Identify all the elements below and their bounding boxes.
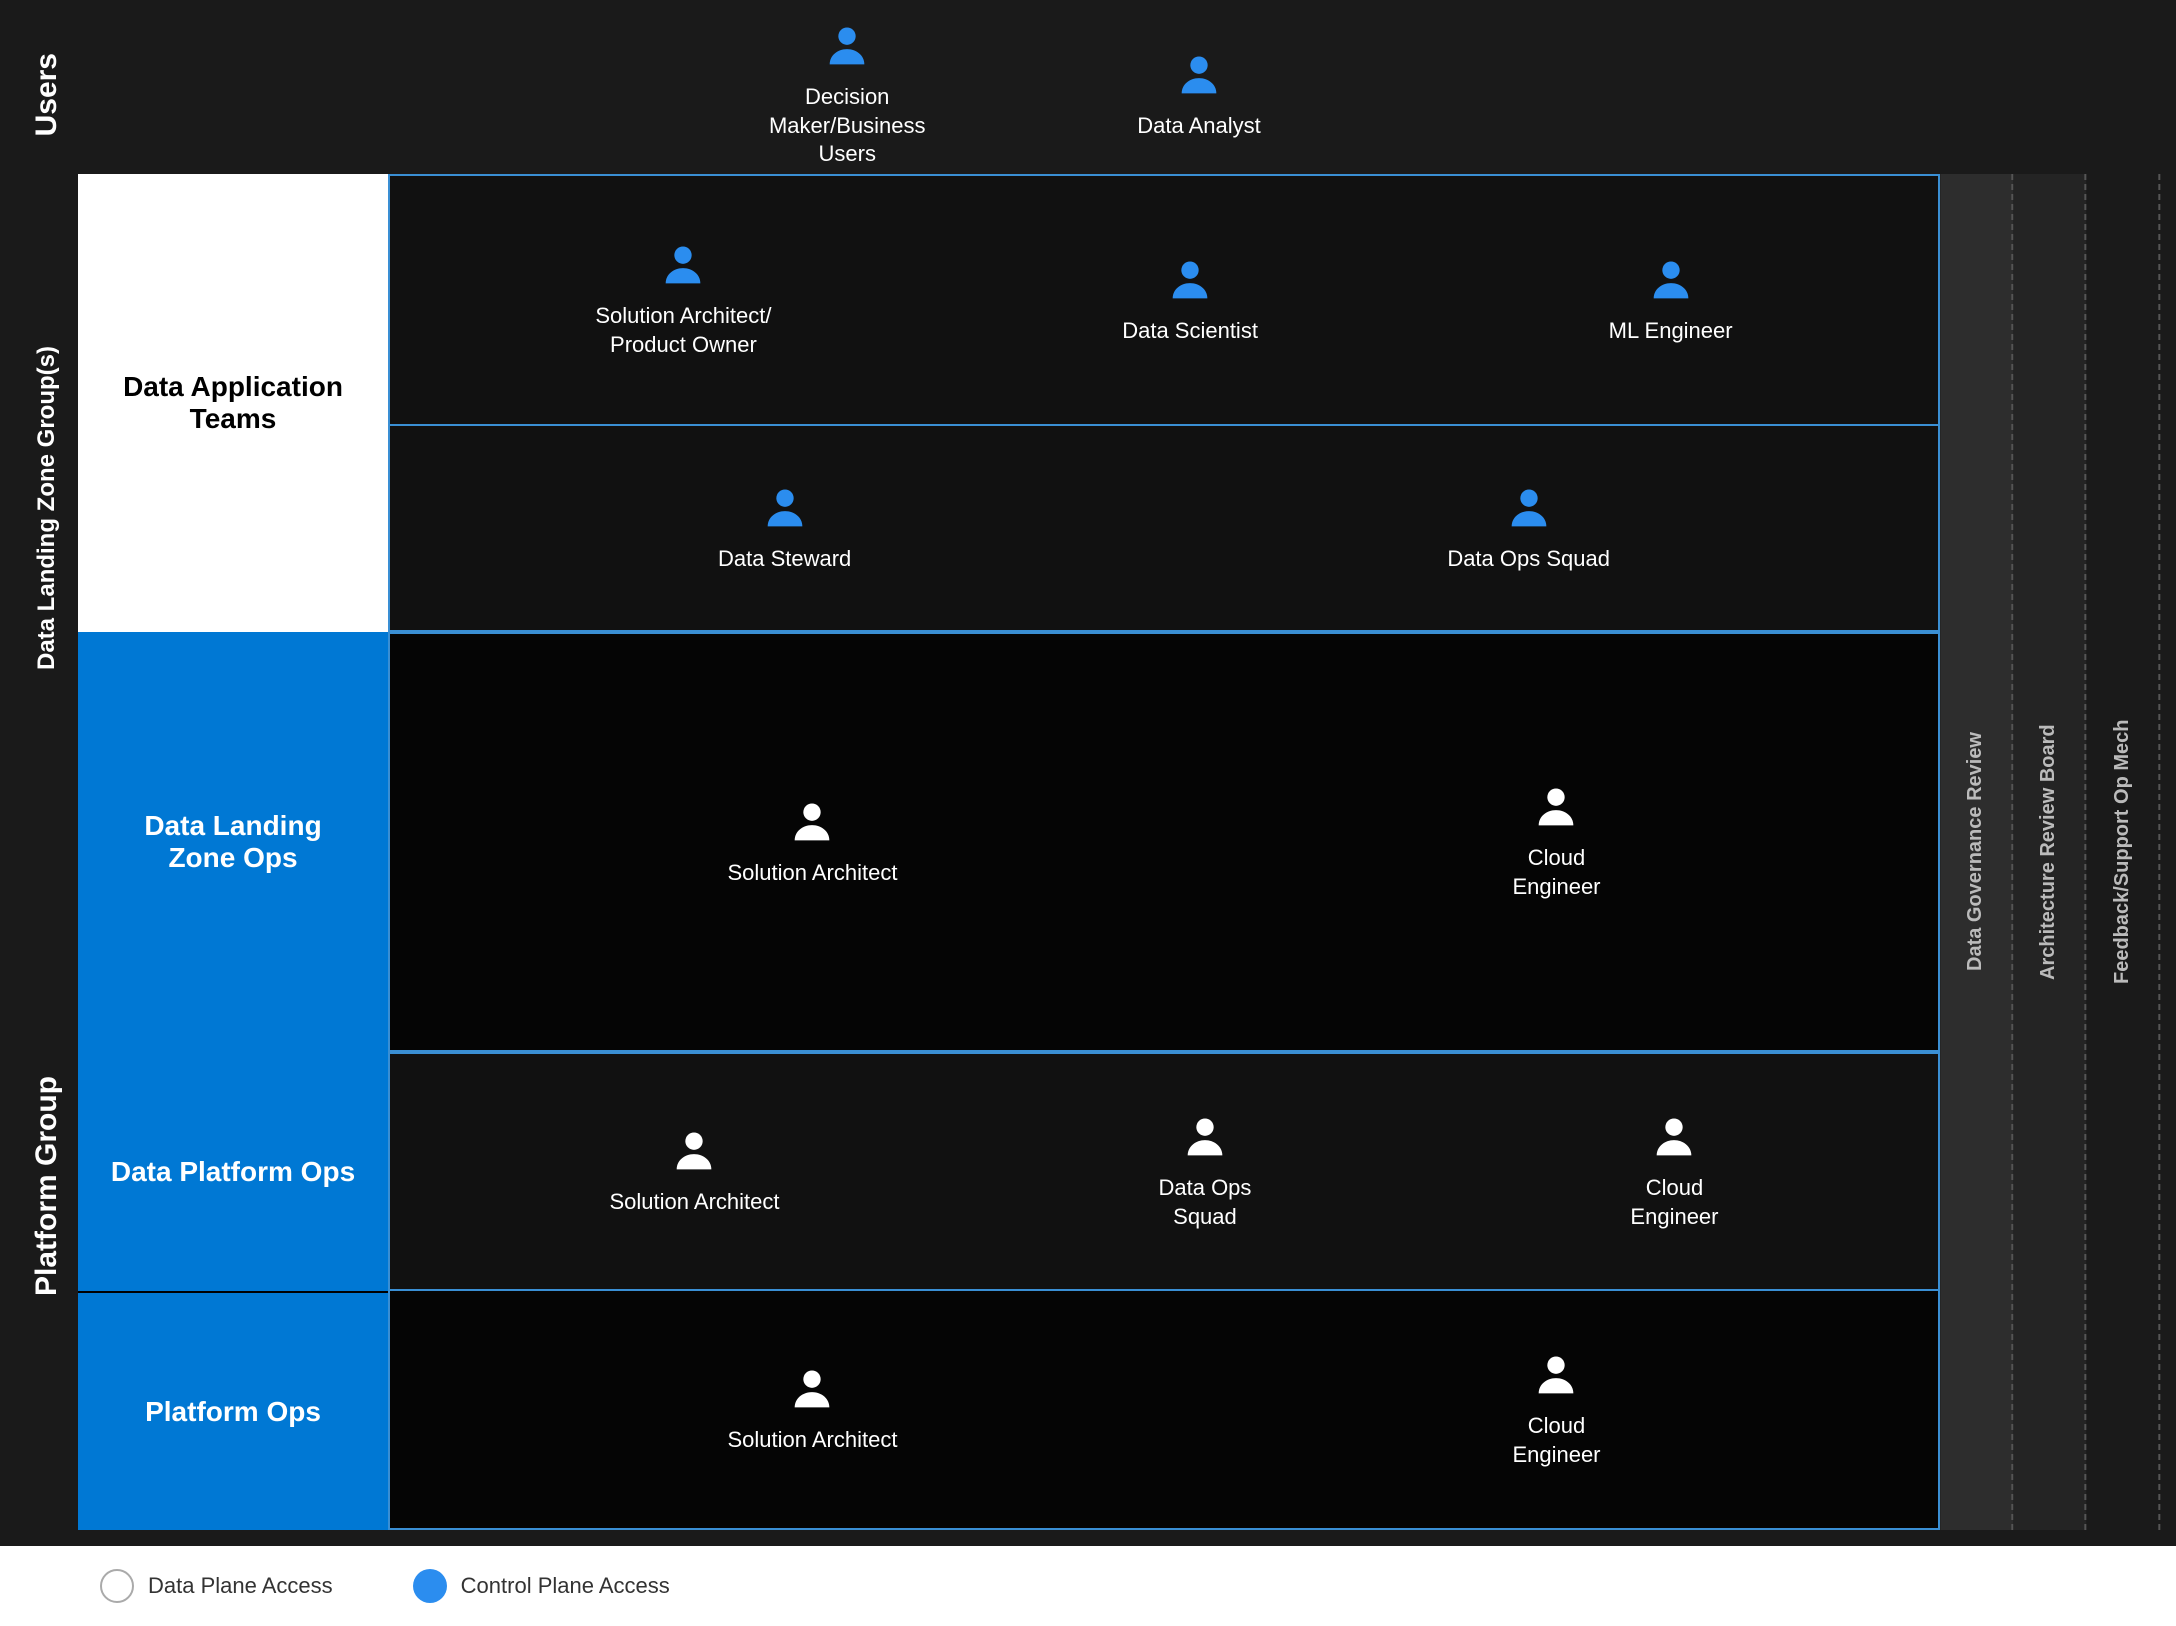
data-plane-access-legend: Data Plane Access (100, 1569, 333, 1603)
data-plane-label: Data Plane Access (148, 1573, 333, 1599)
data-platform-ops-row: Data Platform Ops Solution Architect (78, 1052, 1940, 1291)
users-row: Decision Maker/Business Users Data Analy… (78, 16, 1940, 174)
feedback-support-panel: Feedback/Support Op Mech (2087, 174, 2160, 1530)
platform-group-section: Data Platform Ops Solution Architect (78, 1052, 1940, 1530)
roles-row-top: Solution Architect/Product Owner Data Sc… (390, 176, 1938, 426)
data-scientist-label: Data Scientist (1122, 317, 1258, 346)
dlzg-ops-label-cell: Data LandingZone Ops (78, 632, 388, 1052)
platform-ops-label: Platform Ops (145, 1396, 321, 1428)
dp-solution-architect-item: Solution Architect (610, 1126, 780, 1217)
po-cloud-engineer-item: CloudEngineer (1512, 1350, 1600, 1469)
solution-architect-po-item: Solution Architect/Product Owner (595, 240, 771, 359)
decision-maker-item: Decision Maker/Business Users (757, 21, 937, 169)
po-cloud-engineer-icon (1530, 1350, 1582, 1402)
dp-data-ops-squad-label: Data OpsSquad (1158, 1174, 1251, 1231)
dlzg-solution-architect-icon (786, 797, 838, 849)
legend-row: Data Plane Access Control Plane Access (0, 1546, 2176, 1626)
center-column: Decision Maker/Business Users Data Analy… (78, 16, 1940, 1530)
dp-data-ops-squad-icon (1179, 1112, 1231, 1164)
dlzg-ops-row: Data LandingZone Ops Solution Architect (78, 632, 1940, 1052)
data-plane-icon (100, 1569, 134, 1603)
data-analyst-item: Data Analyst (1137, 50, 1261, 141)
solution-architect-po-icon (657, 240, 709, 292)
dp-cloud-engineer-label: CloudEngineer (1630, 1174, 1718, 1231)
left-labels-column: Users Data Landing Zone Group(s) Platfor… (16, 16, 78, 1530)
data-steward-item: Data Steward (718, 483, 851, 574)
data-ops-squad-label-dat: Data Ops Squad (1447, 545, 1610, 574)
decision-maker-icon (821, 21, 873, 73)
platform-ops-label-cell: Platform Ops (78, 1291, 388, 1530)
decision-maker-label: Decision Maker/Business Users (757, 83, 937, 169)
users-label: Users (30, 53, 64, 136)
data-platform-ops-label-cell: Data Platform Ops (78, 1052, 388, 1291)
dlzg-cloud-engineer-label: CloudEngineer (1512, 844, 1600, 901)
dlzg-cloud-engineer-icon (1530, 782, 1582, 834)
dlzg-label: Data Landing Zone Group(s) (33, 346, 61, 670)
dp-cloud-engineer-icon (1648, 1112, 1700, 1164)
data-app-teams-row: Data Application Teams Solution Architec… (78, 174, 1940, 632)
dlzg-ops-label: Data LandingZone Ops (144, 810, 321, 874)
dlzg-combined-section: Data Application Teams Solution Architec… (78, 174, 1940, 1052)
right-panels-spacer (1940, 16, 2160, 174)
data-app-teams-label: Data Application Teams (78, 371, 388, 435)
control-plane-icon (413, 1569, 447, 1603)
po-solution-architect-icon (786, 1364, 838, 1416)
architecture-review-panel: Architecture Review Board (2013, 174, 2086, 1530)
users-label-cell: Users (16, 16, 78, 174)
data-scientist-item: Data Scientist (1122, 255, 1258, 346)
data-governance-panel: Data Governance Review (1940, 174, 2013, 1530)
data-platform-ops-label: Data Platform Ops (111, 1156, 355, 1188)
dlzg-solution-architect-label: Solution Architect (727, 859, 897, 888)
data-analyst-label: Data Analyst (1137, 112, 1261, 141)
data-steward-label: Data Steward (718, 545, 851, 574)
po-solution-architect-label: Solution Architect (727, 1426, 897, 1455)
dlzg-cloud-engineer-item: CloudEngineer (1512, 782, 1600, 901)
dp-solution-architect-icon (668, 1126, 720, 1178)
data-platform-ops-roles: Solution Architect Data OpsSquad (388, 1052, 1940, 1291)
right-panels-content: Data Governance Review Architecture Revi… (1940, 174, 2160, 1530)
platform-ops-row: Platform Ops Solution Architect (78, 1291, 1940, 1530)
data-scientist-icon (1164, 255, 1216, 307)
data-ops-squad-item-dat: Data Ops Squad (1447, 483, 1610, 574)
ml-engineer-label: ML Engineer (1609, 317, 1733, 346)
dp-solution-architect-label: Solution Architect (610, 1188, 780, 1217)
dlzg-ops-roles: Solution Architect CloudEngineer (388, 632, 1940, 1052)
data-analyst-icon (1173, 50, 1225, 102)
diagram-area: Users Data Landing Zone Group(s) Platfor… (0, 0, 2176, 1546)
dlzg-solution-architect-item: Solution Architect (727, 797, 897, 888)
pg-label: Platform Group (30, 1076, 64, 1296)
platform-ops-roles: Solution Architect CloudEngineer (388, 1291, 1940, 1530)
data-steward-icon (759, 483, 811, 535)
data-app-teams-roles: Solution Architect/Product Owner Data Sc… (388, 174, 1940, 632)
po-cloud-engineer-label: CloudEngineer (1512, 1412, 1600, 1469)
ml-engineer-icon (1645, 255, 1697, 307)
ml-engineer-item: ML Engineer (1609, 255, 1733, 346)
control-plane-access-legend: Control Plane Access (413, 1569, 670, 1603)
control-plane-label: Control Plane Access (461, 1573, 670, 1599)
dp-cloud-engineer-item: CloudEngineer (1630, 1112, 1718, 1231)
dp-data-ops-squad-item: Data OpsSquad (1158, 1112, 1251, 1231)
right-panels-column: Data Governance Review Architecture Revi… (1940, 16, 2160, 1530)
solution-architect-po-label: Solution Architect/Product Owner (595, 302, 771, 359)
data-app-teams-label-cell: Data Application Teams (78, 174, 388, 632)
data-ops-squad-icon-dat (1503, 483, 1555, 535)
po-solution-architect-item: Solution Architect (727, 1364, 897, 1455)
full-layout: Users Data Landing Zone Group(s) Platfor… (0, 0, 2176, 1626)
pg-label-cell: Platform Group (16, 842, 78, 1530)
dlzg-label-cell: Data Landing Zone Group(s) (16, 174, 78, 842)
roles-row-bottom: Data Steward Data Ops Squad (390, 426, 1938, 630)
